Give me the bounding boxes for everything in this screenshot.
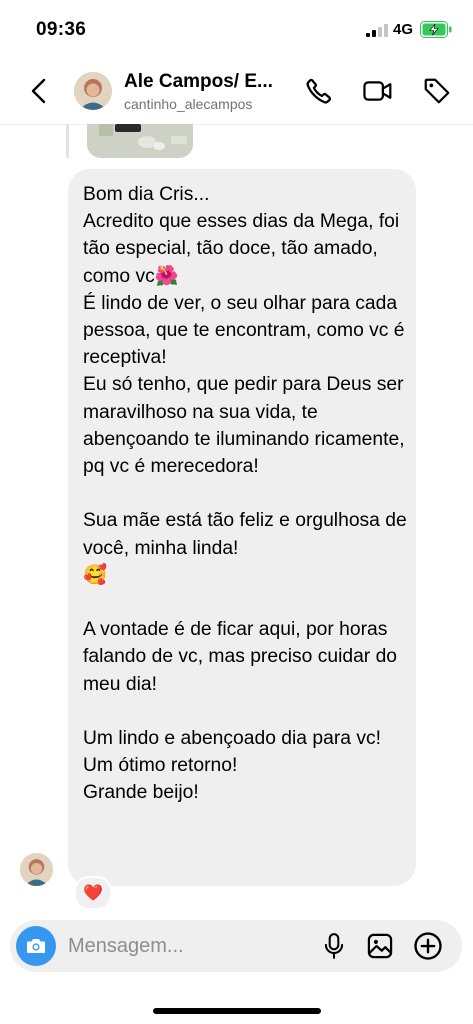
message-composer bbox=[10, 920, 462, 972]
story-thumbnail-image bbox=[87, 124, 193, 158]
chat-header: Ale Campos/ E... cantinho_alecampos bbox=[0, 60, 473, 125]
chat-username[interactable]: cantinho_alecampos bbox=[124, 96, 252, 112]
camera-icon bbox=[27, 939, 45, 953]
plus-circle-icon bbox=[414, 932, 442, 960]
more-options-button[interactable] bbox=[413, 931, 443, 961]
battery-charging-icon bbox=[420, 21, 452, 38]
phone-icon bbox=[306, 78, 332, 104]
reply-indicator bbox=[66, 124, 69, 158]
sender-profile-photo bbox=[20, 853, 53, 886]
signal-bars-icon bbox=[366, 24, 388, 37]
video-camera-icon bbox=[363, 81, 392, 101]
voice-message-button[interactable] bbox=[319, 931, 349, 961]
heart-reaction[interactable]: ❤️ bbox=[74, 876, 112, 910]
network-type: 4G bbox=[393, 21, 414, 38]
status-time: 09:36 bbox=[36, 19, 87, 40]
tag-button[interactable] bbox=[420, 74, 454, 108]
profile-photo bbox=[74, 72, 112, 110]
back-button[interactable] bbox=[22, 74, 56, 108]
tag-icon bbox=[424, 78, 450, 104]
gallery-button[interactable] bbox=[365, 931, 395, 961]
image-icon bbox=[367, 933, 393, 959]
microphone-icon bbox=[324, 933, 344, 959]
back-chevron-icon bbox=[31, 78, 46, 104]
status-bar: 09:36 4G bbox=[0, 0, 473, 60]
video-call-button[interactable] bbox=[361, 74, 395, 108]
message-input[interactable] bbox=[68, 928, 288, 964]
message-bubble[interactable]: Bom dia Cris... Acredito que esses dias … bbox=[68, 169, 416, 886]
chat-title[interactable]: Ale Campos/ E... bbox=[124, 71, 294, 93]
camera-button[interactable] bbox=[16, 926, 56, 966]
sender-avatar[interactable] bbox=[20, 853, 53, 886]
avatar[interactable] bbox=[74, 72, 112, 110]
call-button[interactable] bbox=[302, 74, 336, 108]
home-indicator[interactable] bbox=[153, 1008, 321, 1014]
replied-story-thumbnail[interactable] bbox=[87, 124, 193, 158]
message-text: Bom dia Cris... Acredito que esses dias … bbox=[83, 184, 407, 804]
